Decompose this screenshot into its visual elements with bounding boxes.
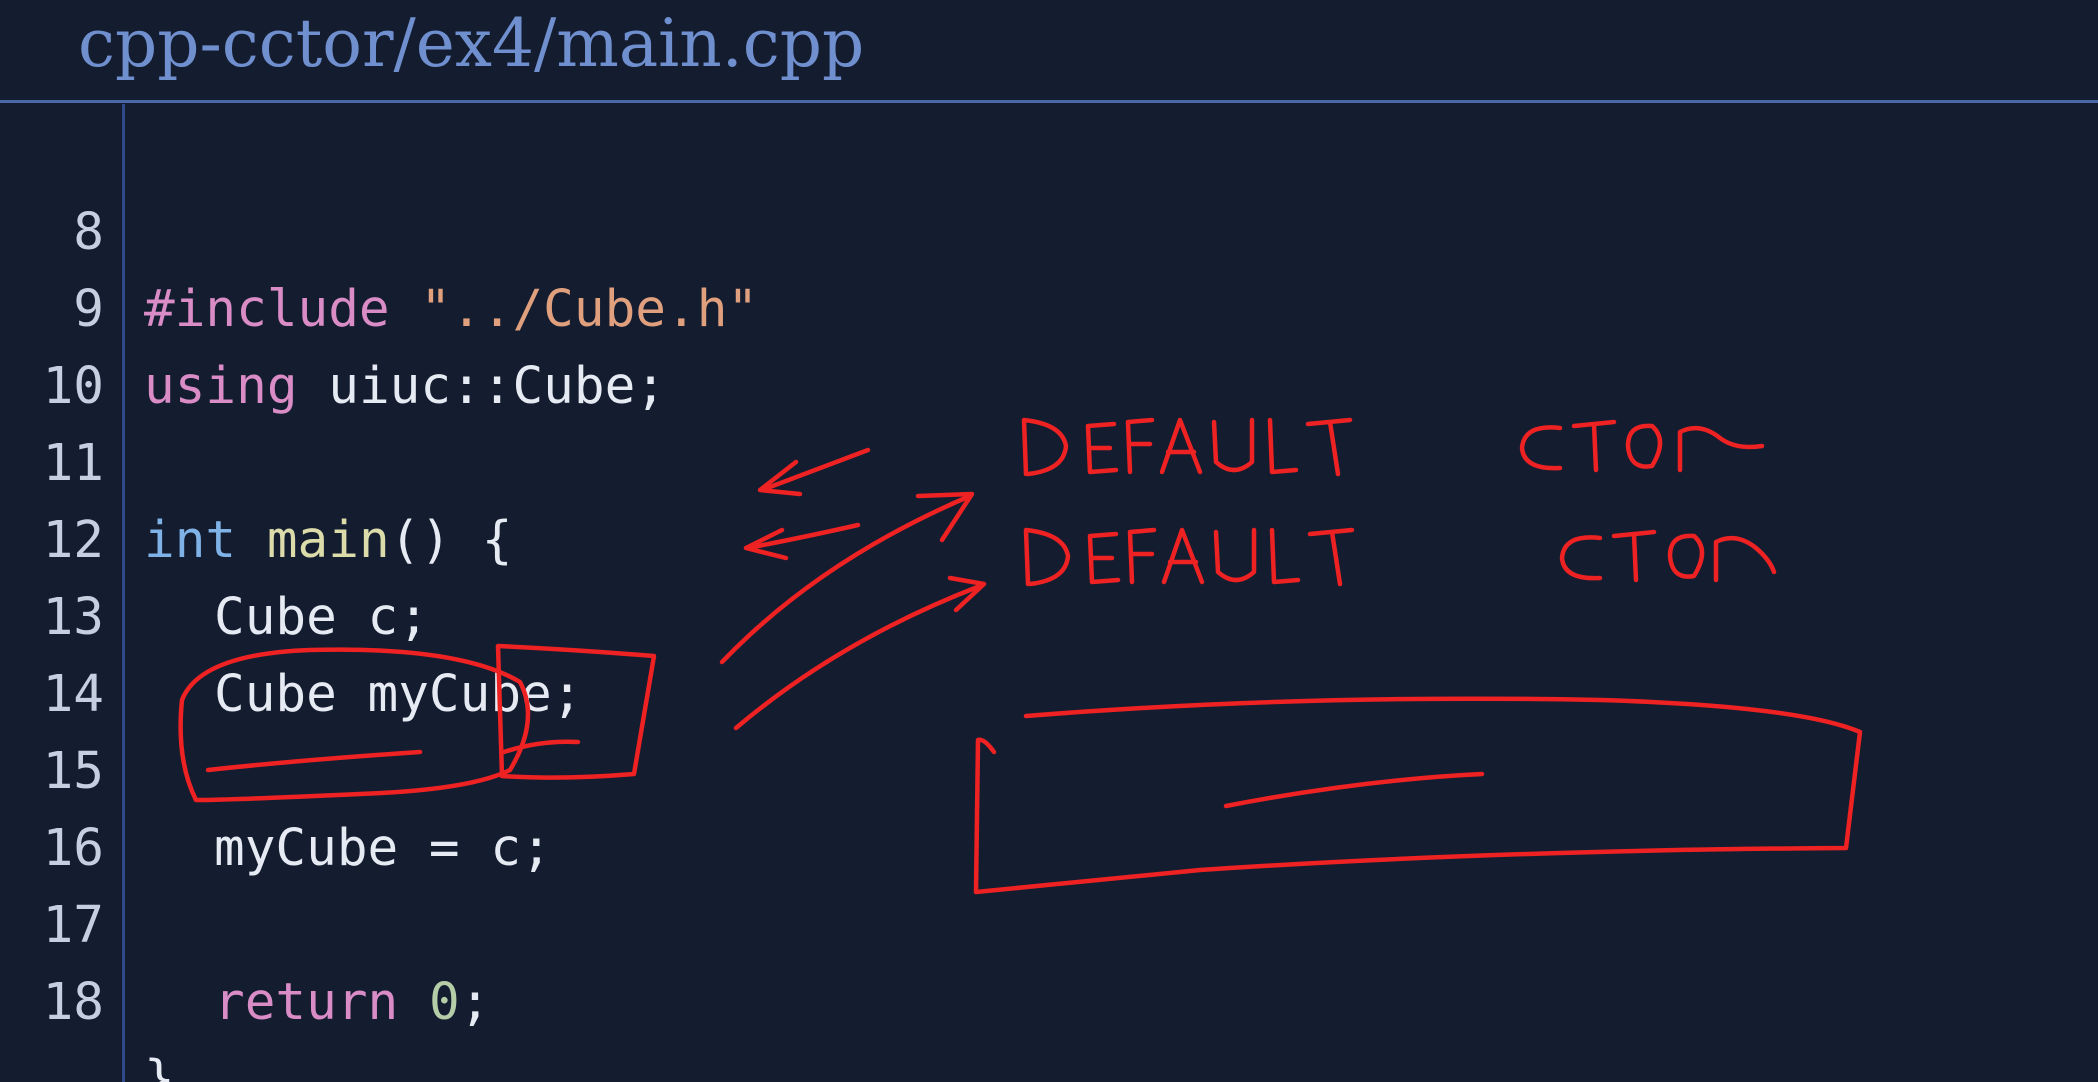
- code-line-10: 10: [0, 271, 2098, 416]
- code-line-8: 8 #include "../Cube.h": [0, 117, 2098, 339]
- code-editor: 8 #include "../Cube.h" 9 using uiuc::Cub…: [0, 117, 2098, 1082]
- code-line-15: 15 myCube = c;: [0, 656, 2098, 878]
- code-line-18: 18 }: [0, 887, 2098, 1082]
- code-token: }: [144, 1050, 175, 1082]
- code-line-14: 14: [0, 579, 2098, 724]
- code-line-11: 11 int main() {: [0, 348, 2098, 570]
- code-line-9: 9 using uiuc::Cube;: [0, 194, 2098, 416]
- return-keyword: return: [214, 973, 399, 1032]
- code-token: ;: [459, 973, 491, 1032]
- line-source: return 0;: [144, 964, 490, 1041]
- slide: cpp-cctor/ex4/main.cpp 8 #include "../Cu…: [0, 0, 2098, 1082]
- code-line-12: 12 Cube c;: [0, 425, 2098, 647]
- code-line-17: 17 return 0;: [0, 810, 2098, 1032]
- line-source: }: [144, 1041, 175, 1082]
- file-path-title: cpp-cctor/ex4/main.cpp: [78, 5, 865, 82]
- line-number: 18: [42, 973, 104, 1032]
- code-line-16: 16: [0, 733, 2098, 878]
- number-literal: 0: [428, 973, 460, 1032]
- code-line-13: 13 Cube myCube;: [0, 502, 2098, 724]
- title-divider: [0, 100, 2098, 103]
